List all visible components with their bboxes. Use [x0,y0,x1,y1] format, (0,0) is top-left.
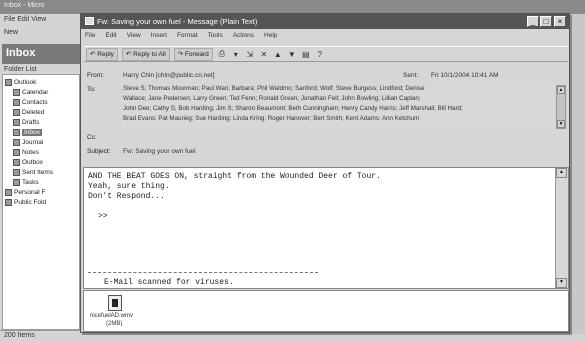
from-value[interactable]: Harry Chin [chin@public.cn.net] [123,72,383,79]
status-bar: 200 Items [0,330,80,341]
recipient-line: John Dee; Cathy S; Bob Harding; Jim S; S… [123,105,463,112]
delete-icon[interactable]: ✕ [259,49,269,60]
message-body[interactable]: AND THE BEAT GOES ON, straight from the … [83,167,569,289]
menu-view[interactable]: View [127,32,141,43]
recipient-line: Steve S; Thomas Moorman; Paul Wan; Barba… [123,85,425,92]
to-label: To: [87,86,96,93]
recipient-line: Wallace; Jane Pedersen; Larry Green; Ted… [123,95,421,102]
address-book-icon[interactable]: ▤ [301,49,311,60]
calendar-icon [13,88,20,96]
maximize-button[interactable]: □ [540,16,552,27]
menu-edit[interactable]: Edit [105,32,116,43]
tree-item[interactable]: Public Fold [5,197,46,207]
deleted-items-icon [13,108,20,116]
video-file-icon[interactable] [108,295,122,311]
folder-icon [5,198,12,206]
sent-items-icon [13,168,20,176]
from-label: From: [87,72,104,79]
tree-item[interactable]: Outbox [13,157,43,167]
recipients-scrollbar[interactable]: ▲ ▼ [556,85,566,129]
next-item-icon[interactable]: ▼ [287,49,297,60]
tasks-icon [13,178,20,186]
body-line: Yeah, sure thing. [88,182,170,191]
tree-item[interactable]: Sent Items [13,167,53,177]
body-line: AND THE BEAT GOES ON, straight from the … [88,172,381,181]
tree-item-selected[interactable]: Inbox [13,127,42,137]
journal-icon [13,138,20,146]
message-window-title: Fw: Saving your own fuel - Message (Plai… [81,14,569,29]
message-header: From: Harry Chin [chin@public.cn.net] Se… [83,66,569,166]
body-scrollbar[interactable]: ▲ ▼ [555,168,568,288]
reply-icon: ↶ [90,51,98,58]
contacts-icon [13,98,20,106]
inbox-header: Inbox [2,44,80,64]
dropdown-icon[interactable]: ▾ [231,49,241,60]
tree-item[interactable]: Tasks [13,177,39,187]
previous-item-icon[interactable]: ▲ [273,49,283,60]
scroll-down-icon[interactable]: ▼ [556,278,567,288]
outbox-icon [13,158,20,166]
tree-item[interactable]: Journal [13,137,43,147]
new-button[interactable]: New [4,29,18,36]
inbox-icon [13,128,20,136]
tree-item[interactable]: Calendar [13,87,48,97]
message-menu-bar[interactable]: File Edit View Insert Format Tools Actio… [85,32,277,43]
scroll-down-icon[interactable]: ▼ [557,120,565,128]
folder-list-label: Folder List [4,66,37,73]
scroll-up-icon[interactable]: ▲ [556,168,567,178]
notes-icon [13,148,20,156]
reply-button[interactable]: ↶ Reply [86,47,118,61]
attachment-pane: nicefuelAD.wmv (2MB) [83,290,569,332]
divider [88,272,318,273]
folder-icon [5,188,12,196]
scroll-up-icon[interactable]: ▲ [557,86,565,94]
move-to-folder-icon[interactable]: ⇲ [245,49,255,60]
subject-label: Subject: [87,148,111,155]
sent-value: Fri 10/1/2004 10:41 AM [431,72,499,79]
reply-all-icon: ↶ [125,51,134,58]
menu-format[interactable]: Format [177,32,198,43]
drafts-icon [13,118,20,126]
tree-item[interactable]: Outlook [5,77,36,87]
virus-scan-note: E-Mail scanned for viruses. [104,278,234,287]
menu-actions[interactable]: Actions [233,32,254,43]
folder-tree[interactable]: Outlook Calendar Contacts Deleted Drafts… [2,74,80,330]
main-menu-bar[interactable]: File Edit View [0,14,80,26]
close-button[interactable]: × [554,16,566,27]
reply-all-button[interactable]: ↶ Reply to All [121,47,170,61]
message-icon [85,17,94,25]
tree-item[interactable]: Personal F [5,187,45,197]
to-recipients[interactable]: Steve S; Thomas Moorman; Paul Wan; Barba… [123,85,555,129]
menu-help[interactable]: Help [264,32,277,43]
folder-icon [5,78,12,86]
body-line: Don't Respond... [88,192,165,201]
recipient-line: Brad Evans; Pat Maurieg; Sue Harding; Li… [123,115,420,122]
tree-item[interactable]: Notes [13,147,39,157]
minimize-button[interactable]: _ [527,16,539,27]
message-window: Fw: Saving your own fuel - Message (Plai… [80,13,570,333]
attachment-name[interactable]: nicefuelAD.wmv [90,313,133,319]
print-icon[interactable]: ⎙ [217,49,227,60]
main-window-title: Inbox - Micro [0,0,585,14]
sent-label: Sent: [403,72,419,79]
body-line: >> [98,212,108,221]
menu-tools[interactable]: Tools [208,32,223,43]
help-icon[interactable]: ? [315,49,325,60]
subject-value: Fw: Saving your own fuel [123,148,196,155]
menu-file[interactable]: File [85,32,95,43]
forward-button[interactable]: ↷ Forward [173,47,213,61]
attachment-size: (2MB) [106,321,123,327]
message-toolbar: ↶ Reply ↶ Reply to All ↷ Forward ⎙ ▾ ⇲ ✕… [84,46,568,62]
main-toolbar[interactable]: New [0,27,80,41]
cc-label: Cc: [87,134,97,141]
menu-insert[interactable]: Insert [151,32,167,43]
tree-item[interactable]: Contacts [13,97,48,107]
tree-item[interactable]: Drafts [13,117,39,127]
forward-icon: ↷ [177,51,185,58]
tree-item[interactable]: Deleted [13,107,44,117]
